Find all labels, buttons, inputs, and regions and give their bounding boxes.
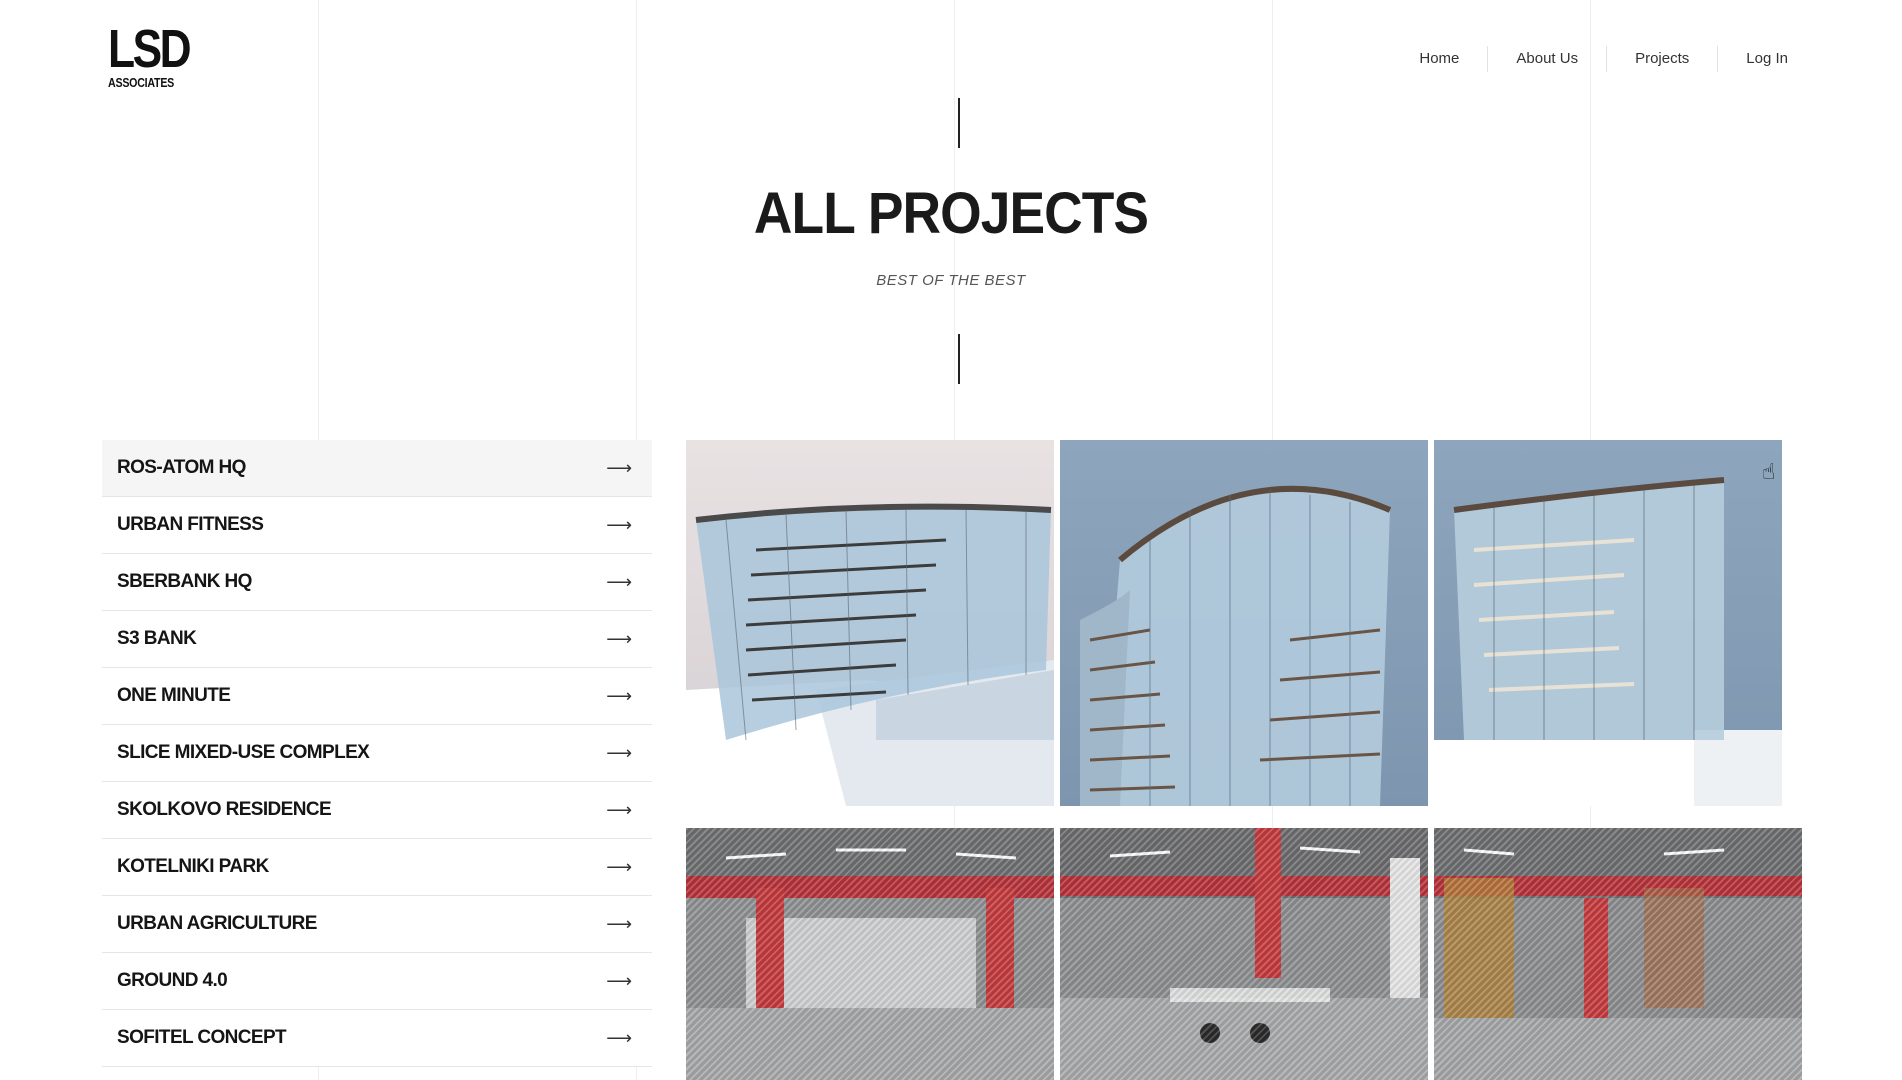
project-name: SLICE MIXED-USE COMPLEX: [117, 742, 370, 763]
project-item-urban-fitness[interactable]: URBAN FITNESS ⟶: [102, 497, 652, 554]
divider-line-bottom: [958, 334, 960, 384]
project-name: KOTELNIKI PARK: [117, 856, 269, 877]
arrow-right-icon: ⟶: [606, 856, 632, 878]
project-name: ROS-ATOM HQ: [117, 457, 246, 478]
project-name: SKOLKOVO RESIDENCE: [117, 799, 332, 820]
nav-about-us[interactable]: About Us: [1487, 46, 1606, 72]
project-item-urban-agriculture[interactable]: URBAN AGRICULTURE ⟶: [102, 896, 652, 953]
project-item-slice-mixed-use-complex[interactable]: SLICE MIXED-USE COMPLEX ⟶: [102, 725, 652, 782]
page-subtitle: BEST OF THE BEST: [876, 272, 1026, 289]
arrow-right-icon: ⟶: [606, 1027, 632, 1049]
nav-home[interactable]: Home: [1391, 46, 1487, 72]
nav-log-in[interactable]: Log In: [1717, 46, 1788, 72]
project-thumbnail-gym-2[interactable]: [1060, 828, 1428, 1080]
project-item-sberbank-hq[interactable]: SBERBANK HQ ⟶: [102, 554, 652, 611]
main-nav: Home About Us Projects Log In: [1391, 46, 1788, 72]
arrow-right-icon: ⟶: [606, 799, 632, 821]
project-item-ground-4-0[interactable]: GROUND 4.0 ⟶: [102, 953, 652, 1010]
project-name: SOFITEL CONCEPT: [117, 1027, 287, 1048]
arrow-right-icon: ⟶: [606, 742, 632, 764]
project-item-skolkovo-residence[interactable]: SKOLKOVO RESIDENCE ⟶: [102, 782, 652, 839]
nav-projects[interactable]: Projects: [1606, 46, 1717, 72]
image-overlay-pattern: [1060, 828, 1428, 1080]
arrow-right-icon: ⟶: [606, 913, 632, 935]
project-item-sofitel-concept[interactable]: SOFITEL CONCEPT ⟶: [102, 1010, 652, 1067]
arrow-right-icon: ⟶: [606, 970, 632, 992]
logo-wordmark: LSD: [108, 19, 192, 79]
arrow-right-icon: ⟶: [606, 514, 632, 536]
project-name: ONE MINUTE: [117, 685, 231, 706]
project-thumbnail-gym-1[interactable]: [686, 828, 1054, 1080]
image-overlay-pattern: [1434, 828, 1802, 1080]
logo[interactable]: LSD ASSOCIATES: [108, 19, 192, 91]
building-render-image: [1080, 485, 1392, 806]
project-name: URBAN FITNESS: [117, 514, 264, 535]
arrow-right-icon: ⟶: [606, 628, 632, 650]
project-list: ROS-ATOM HQ ⟶ URBAN FITNESS ⟶ SBERBANK H…: [102, 440, 652, 1067]
project-item-ros-atom-hq[interactable]: ROS-ATOM HQ ⟶: [102, 440, 652, 497]
project-name: URBAN AGRICULTURE: [117, 913, 317, 934]
divider-line-top: [958, 98, 960, 148]
logo-tagline: ASSOCIATES: [108, 75, 175, 90]
project-item-kotelniki-park[interactable]: KOTELNIKI PARK ⟶: [102, 839, 652, 896]
project-thumbnail-gym-3[interactable]: [1434, 828, 1802, 1080]
page-title: ALL PROJECTS: [753, 181, 1149, 246]
hand-pointer-cursor-icon: ☝: [1762, 460, 1776, 485]
arrow-right-icon: ⟶: [606, 457, 632, 479]
image-overlay-pattern: [686, 828, 1054, 1080]
project-thumbnail-building-3[interactable]: [1434, 440, 1782, 806]
project-item-s3-bank[interactable]: S3 BANK ⟶: [102, 611, 652, 668]
building-render-image: [686, 503, 1054, 806]
project-name: SBERBANK HQ: [117, 571, 252, 592]
project-thumbnail-building-1[interactable]: [686, 440, 1054, 806]
project-item-one-minute[interactable]: ONE MINUTE ⟶: [102, 668, 652, 725]
arrow-right-icon: ⟶: [606, 685, 632, 707]
arrow-right-icon: ⟶: [606, 571, 632, 593]
project-name: S3 BANK: [117, 628, 197, 649]
project-name: GROUND 4.0: [117, 970, 228, 991]
project-thumbnail-building-2[interactable]: [1060, 440, 1428, 806]
building-render-image: [1434, 477, 1782, 806]
